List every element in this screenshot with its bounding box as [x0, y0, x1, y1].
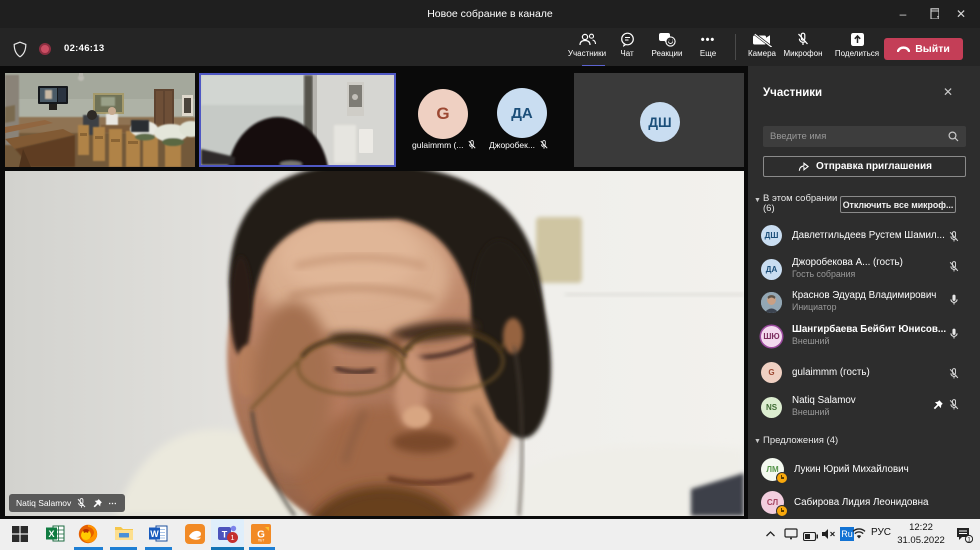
- svg-text:W: W: [150, 529, 159, 539]
- svg-text:ПБТ: ПБТ: [258, 539, 265, 543]
- svg-text:1: 1: [967, 536, 971, 543]
- svg-text:X: X: [48, 529, 54, 539]
